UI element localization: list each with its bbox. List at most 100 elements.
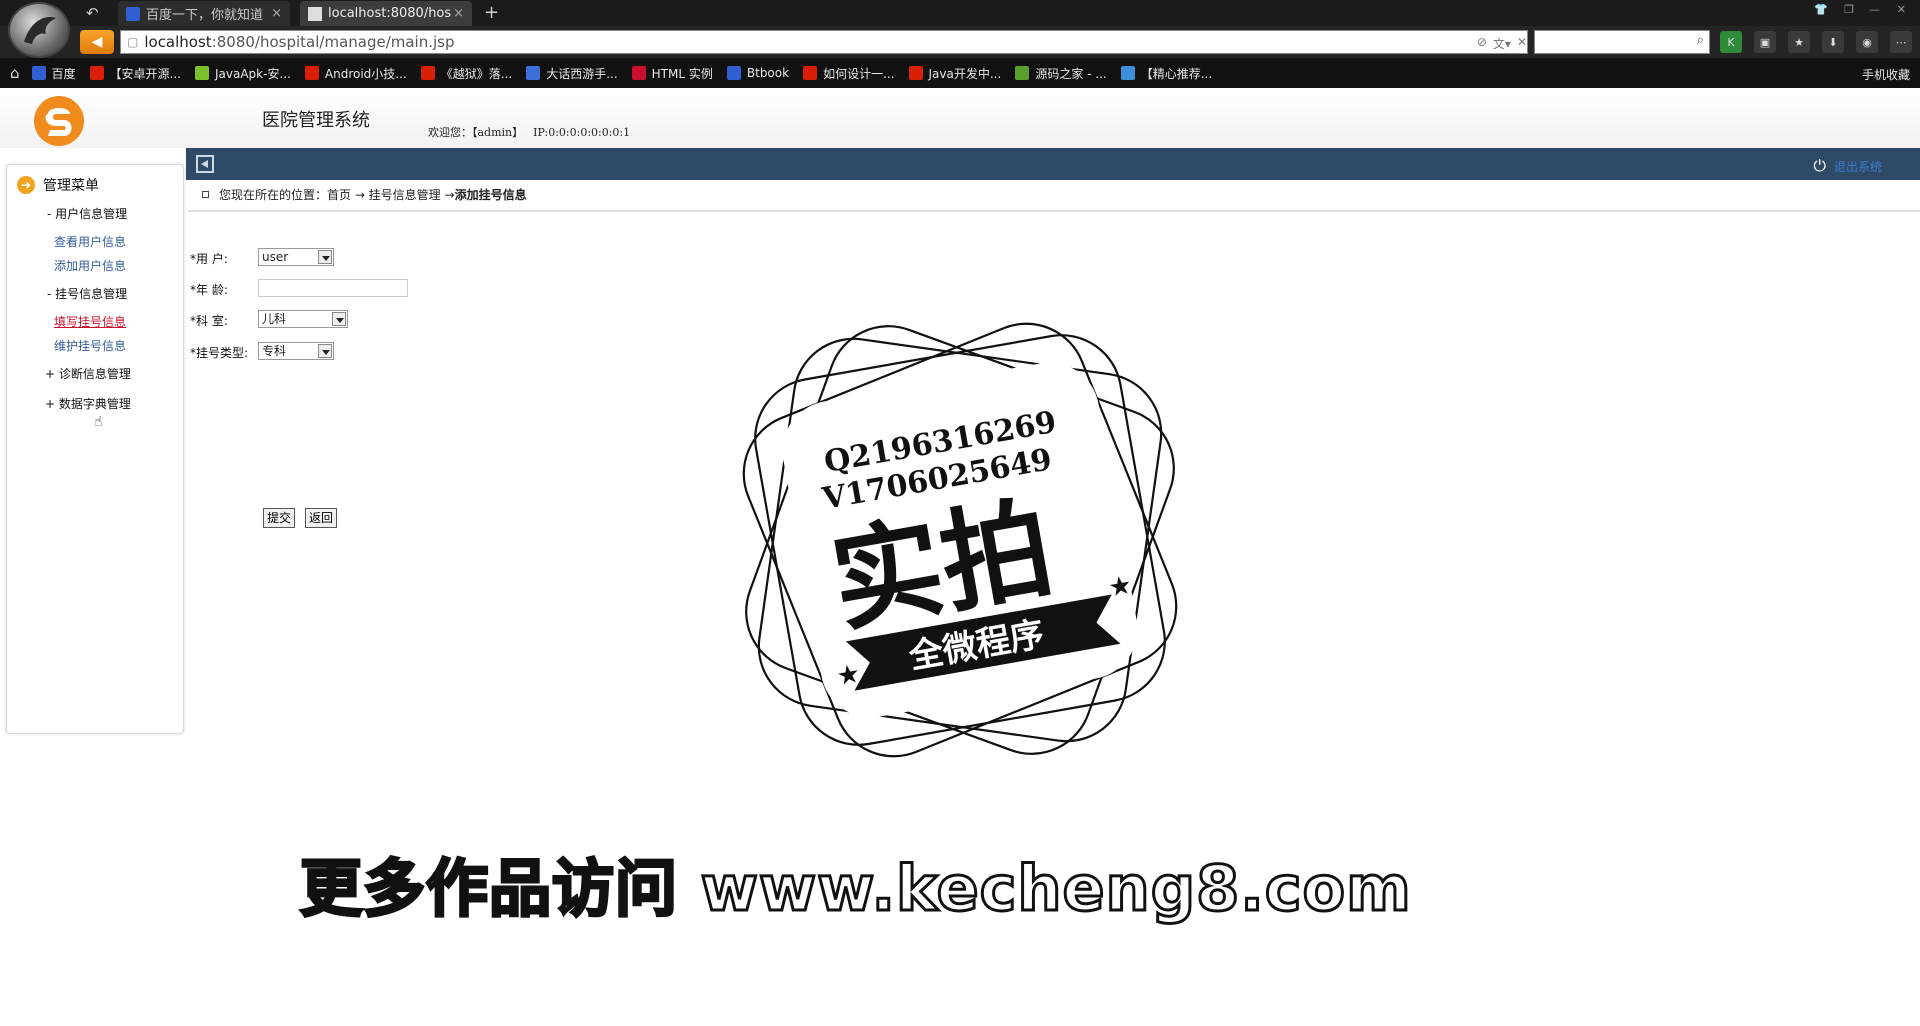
ip-address: IP:0:0:0:0:0:0:0:1 (533, 126, 631, 139)
tab-title: 百度一下，你就知道 (146, 8, 264, 23)
logout-link[interactable]: ⏻ 退出系统 (1813, 156, 1882, 176)
bookmark-icon (803, 66, 818, 80)
tab-baidu[interactable]: 百度一下，你就知道 × (118, 1, 290, 26)
top-nav-bar: ⏻ 退出系统 (186, 148, 1920, 180)
sidebar-item-fill-registration[interactable]: 填写挂号信息 (54, 313, 126, 330)
close-icon[interactable]: ✕ (1897, 3, 1906, 16)
bookmark-item[interactable]: Android小技... (304, 65, 407, 82)
tab-close-icon[interactable]: × (453, 6, 464, 21)
bookmark-label: HTML 实例 (651, 66, 713, 81)
bookmark-item[interactable]: 大话西游手... (526, 65, 618, 82)
bookmark-item[interactable]: 源码之家 - ... (1015, 65, 1107, 82)
back-button[interactable]: ◀ (80, 30, 114, 54)
bookmark-item[interactable]: 【安卓开源... (89, 65, 181, 82)
home-icon[interactable]: ⌂ (10, 64, 20, 82)
sidebar-group-dictionary[interactable]: + 数据字典管理 (45, 395, 131, 412)
bookmarks-bar: ⌂ 百度 【安卓开源... JavaApk-安... Android小技... 《越狱》… (0, 58, 1920, 88)
bookmark-label: Android小技... (324, 66, 407, 81)
bookmark-label: 大话西游手... (546, 66, 618, 81)
browser-tabbar: ↶ 百度一下，你就知道 × localhost:8080/hos × + 👕 ❐… (0, 0, 1920, 26)
arrow-right-icon: ➜ (17, 176, 35, 194)
sidebar-group-users[interactable]: - 用户信息管理 (47, 205, 127, 222)
submit-button[interactable]: 提交 (263, 508, 296, 528)
bookmark-label: 如何设计一... (823, 66, 895, 81)
bookmark-label: Java开发中... (928, 66, 1002, 81)
type-select[interactable]: 专科 (258, 342, 334, 360)
search-input[interactable]: ⌕ (1534, 30, 1710, 54)
bookmark-label: 【安卓开源... (109, 66, 181, 81)
bookmark-item[interactable]: 百度 (31, 65, 76, 82)
bookmark-icon (89, 66, 104, 80)
logout-label: 退出系统 (1833, 159, 1882, 174)
star-icon[interactable]: ★ (1788, 31, 1810, 53)
app-header: 医院管理系统 欢迎您：【admin】 IP:0:0:0:0:0:0:0:1 (0, 88, 1920, 148)
age-input[interactable] (258, 279, 408, 297)
restore-icon[interactable]: ❐ (1844, 3, 1854, 16)
sidebar-item-add-user[interactable]: 添加用户信息 (54, 257, 126, 274)
bookmark-icon (420, 66, 435, 80)
user-select[interactable]: user (258, 248, 334, 266)
stop-icon[interactable]: ✕ (1517, 35, 1527, 52)
k-extension-icon[interactable]: K (1720, 31, 1742, 53)
mobile-favorites[interactable]: 手机收藏 (1862, 66, 1910, 83)
watermark-stamp: Q2196316269 V1706025649 实拍 全微程序 ★ ★ (742, 322, 1178, 758)
page-icon (308, 6, 322, 21)
sidebar-group-diagnosis[interactable]: + 诊断信息管理 (45, 365, 131, 382)
user-select-value: user (262, 250, 289, 264)
skin-icon[interactable]: 👕 (1814, 3, 1828, 16)
download-icon[interactable]: ⬇ (1822, 31, 1844, 53)
bookmark-item[interactable]: Btbook (726, 66, 789, 80)
breadcrumb-current: 添加挂号信息 (454, 188, 527, 202)
collapse-sidebar-icon[interactable] (196, 155, 214, 173)
sidebar: ➜ 管理菜单 - 用户信息管理 查看用户信息 添加用户信息 - 挂号信息管理 填… (6, 164, 184, 734)
bookmark-label: 【精心推荐... (1140, 66, 1213, 81)
bookmark-label: 《越狱》落... (440, 66, 513, 81)
menu-icon[interactable]: ⋯ (1890, 31, 1912, 53)
bookmark-item[interactable]: Java开发中... (908, 65, 1002, 82)
dept-select[interactable]: 儿科 (258, 310, 348, 328)
bookmark-icon (631, 66, 646, 80)
url-tools: ⊘ 文▾ ✕ (1477, 35, 1527, 52)
bookmark-icon (526, 66, 541, 80)
tab-close-icon[interactable]: × (271, 6, 282, 21)
age-label: *年 龄: (190, 283, 228, 297)
bookmark-label: 百度 (51, 66, 76, 81)
bookmark-icon (726, 66, 741, 80)
welcome-user: 欢迎您：【admin】 (428, 126, 524, 139)
bookmark-item[interactable]: 如何设计一... (803, 65, 895, 82)
bookmark-item[interactable]: HTML 实例 (631, 65, 713, 82)
breadcrumb: 您现在所在的位置：首页 → 挂号信息管理 → 添加挂号信息 (202, 186, 527, 203)
game-icon[interactable]: ◉ (1856, 31, 1878, 53)
bookmark-item[interactable]: JavaApk-安... (195, 65, 291, 82)
url-input[interactable]: ▢ localhost:8080/hospital/manage/main.js… (120, 30, 1528, 54)
star-icon: ★ (1106, 570, 1134, 604)
sidebar-item-maintain-registration[interactable]: 维护挂号信息 (54, 337, 126, 354)
app-logo-icon (34, 96, 84, 146)
bookmark-icon (304, 66, 319, 80)
page-icon: ▢ (127, 35, 139, 49)
compat-icon[interactable]: ⊘ (1477, 35, 1487, 52)
back-button[interactable]: 返回 (305, 508, 338, 528)
translate-icon[interactable]: 文▾ (1493, 35, 1511, 52)
url-path: :8080/hospital/manage/main.jsp (211, 33, 455, 51)
browser-logo[interactable] (8, 2, 70, 58)
bookmark-item[interactable]: 《越狱》落... (420, 65, 513, 82)
tab-title: localhost:8080/hos (328, 6, 452, 21)
sidebar-group-registration[interactable]: - 挂号信息管理 (47, 285, 127, 302)
tab-localhost[interactable]: localhost:8080/hos × (300, 1, 472, 26)
lock-icon[interactable]: ▣ (1754, 31, 1776, 53)
chevron-down-icon[interactable] (318, 250, 332, 264)
sidebar-item-view-users[interactable]: 查看用户信息 (54, 233, 126, 250)
breadcrumb-path: 您现在所在的位置：首页 → 挂号信息管理 → (219, 188, 455, 202)
new-tab-button[interactable]: + (484, 2, 499, 23)
user-label: *用 户: (190, 252, 228, 266)
chevron-down-icon[interactable] (318, 344, 332, 358)
minimize-icon[interactable]: — (1869, 3, 1880, 16)
search-icon[interactable]: ⌕ (1697, 33, 1704, 48)
chevron-down-icon[interactable] (332, 312, 346, 326)
hand-cursor-icon: ☝ (94, 414, 103, 430)
divider (188, 210, 1920, 212)
bookmark-item[interactable]: 【精心推荐... (1120, 65, 1213, 82)
undo-icon[interactable]: ↶ (86, 4, 99, 22)
address-bar: ◀ ▢ localhost:8080/hospital/manage/main.… (0, 26, 1920, 58)
